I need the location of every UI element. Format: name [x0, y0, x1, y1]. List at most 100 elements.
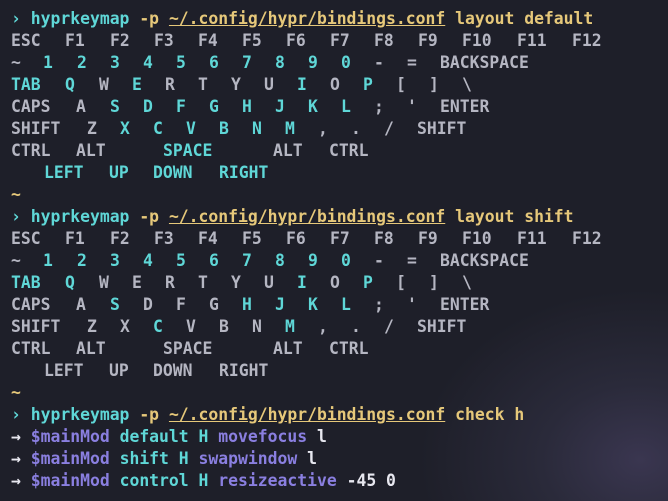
arrow-icon: →: [11, 449, 21, 468]
keyboard-layout-shift: ESC F1 F2 F3 F4 F5 F6 F7 F8 F9 F10 F11 F12 ~1 2 3 4 5 6 7 8 9…: [0, 228, 668, 382]
key-g: G: [209, 97, 219, 116]
key-alt: ALT: [76, 339, 106, 358]
key-f7: F7: [330, 229, 350, 248]
key-x: X: [120, 119, 130, 138]
key-right: RIGHT: [219, 361, 269, 380]
key-2: 2: [77, 251, 87, 270]
key-ctrl: CTRL: [11, 141, 51, 160]
key-r: R: [165, 75, 175, 94]
key-4: 4: [143, 53, 153, 72]
key-u: U: [264, 273, 274, 292]
key-down: DOWN: [153, 361, 193, 380]
key-sym: .: [351, 119, 361, 138]
key-left: LEFT: [44, 361, 84, 380]
key-f1: F1: [65, 31, 85, 50]
binding-modifier: default: [119, 427, 189, 446]
key-j: J: [275, 295, 285, 314]
key-enter: ENTER: [440, 97, 490, 116]
key-k: K: [308, 295, 318, 314]
key-d: D: [143, 295, 153, 314]
key-o: O: [330, 75, 340, 94]
key-f: F: [176, 97, 186, 116]
key-1: 1: [43, 53, 53, 72]
key-z: Z: [87, 119, 97, 138]
keyboard-row: CTRL ALT SPACE ALT CTRL: [0, 338, 668, 360]
key-f3: F3: [154, 31, 174, 50]
command-args: layout default: [455, 9, 594, 28]
key-t: T: [198, 273, 208, 292]
key-space: SPACE: [163, 339, 213, 358]
key-up: UP: [109, 361, 129, 380]
keyboard-row: SHIFT Z X C V B N M,. / SHIFT: [0, 316, 668, 338]
keyboard-row: LEFT UP DOWN RIGHT: [0, 162, 668, 184]
binding-arg: l: [316, 427, 327, 446]
key-6: 6: [209, 53, 219, 72]
keyboard-row: ~1 2 3 4 5 6 7 8 9 0 - = BACKSPACE: [0, 52, 668, 74]
tilde-prompt: ~: [11, 383, 21, 402]
key-alt: ALT: [273, 339, 303, 358]
prompt-line: › hyprkeymap -p ~/.config/hypr/bindings.…: [0, 404, 668, 426]
key-f4: F4: [198, 31, 218, 50]
key-z: Z: [87, 317, 97, 336]
binding-dispatcher: swapwindow: [198, 449, 298, 468]
key-up: UP: [109, 163, 129, 182]
key-caps: CAPS: [11, 295, 51, 314]
key-c: C: [153, 119, 163, 138]
key-m: M: [285, 119, 295, 138]
key-f9: F9: [418, 31, 438, 50]
key-v: V: [186, 317, 196, 336]
key-sym: =: [407, 251, 417, 270]
key-f6: F6: [286, 31, 306, 50]
command-path: ~/.config/hypr/bindings.conf: [168, 9, 446, 28]
key-ctrl: CTRL: [329, 339, 369, 358]
command-flag: -p: [139, 207, 160, 226]
key-a: A: [76, 97, 86, 116]
key-caps: CAPS: [11, 97, 51, 116]
key-f8: F8: [374, 229, 394, 248]
key-sym: [: [396, 273, 406, 292]
key-sym: ]: [429, 273, 439, 292]
arrow-icon: →: [11, 471, 21, 490]
key-9: 9: [308, 53, 318, 72]
keyboard-row: ESC F1 F2 F3 F4 F5 F6 F7 F8 F9 F10 F11 F12: [0, 30, 668, 52]
key-sym: =: [407, 53, 417, 72]
command-name: hyprkeymap: [30, 207, 130, 226]
key-sym: \: [462, 273, 472, 292]
terminal-window[interactable]: › hyprkeymap -p ~/.config/hypr/bindings.…: [0, 0, 668, 501]
key-enter: ENTER: [440, 295, 490, 314]
key-shift: SHIFT: [11, 119, 61, 138]
key-f3: F3: [154, 229, 174, 248]
command-args: layout shift: [455, 207, 574, 226]
key-f: F: [176, 295, 186, 314]
tilde-prompt: ~: [11, 185, 21, 204]
key-f2: F2: [110, 31, 130, 50]
binding-arg: -45 0: [346, 471, 396, 490]
command-name: hyprkeymap: [30, 405, 130, 424]
key-8: 8: [275, 53, 285, 72]
command-flag: -p: [139, 405, 160, 424]
key-s: S: [110, 97, 120, 116]
key-m: M: [285, 317, 295, 336]
key-7: 7: [242, 53, 252, 72]
key-1: 1: [43, 251, 53, 270]
keyboard-row: ESC F1 F2 F3 F4 F5 F6 F7 F8 F9 F10 F11 F12: [0, 228, 668, 250]
key-tab: TAB: [11, 75, 41, 94]
key-p: P: [363, 75, 373, 94]
key-f12: F12: [572, 31, 602, 50]
key-g: G: [209, 295, 219, 314]
key-5: 5: [176, 251, 186, 270]
arrow-icon: →: [11, 427, 21, 446]
key-0: 0: [341, 53, 351, 72]
key-shift: SHIFT: [11, 317, 61, 336]
key-e: E: [132, 75, 142, 94]
key-sym: /: [384, 317, 394, 336]
key-sym: -: [374, 53, 384, 72]
key-s: S: [110, 295, 120, 314]
key-y: Y: [231, 75, 241, 94]
key-sym: .: [351, 317, 361, 336]
key-ctrl: CTRL: [329, 141, 369, 160]
key-shift: SHIFT: [417, 317, 467, 336]
key-alt: ALT: [76, 141, 106, 160]
keyboard-row: LEFT UP DOWN RIGHT: [0, 360, 668, 382]
key-y: Y: [231, 273, 241, 292]
